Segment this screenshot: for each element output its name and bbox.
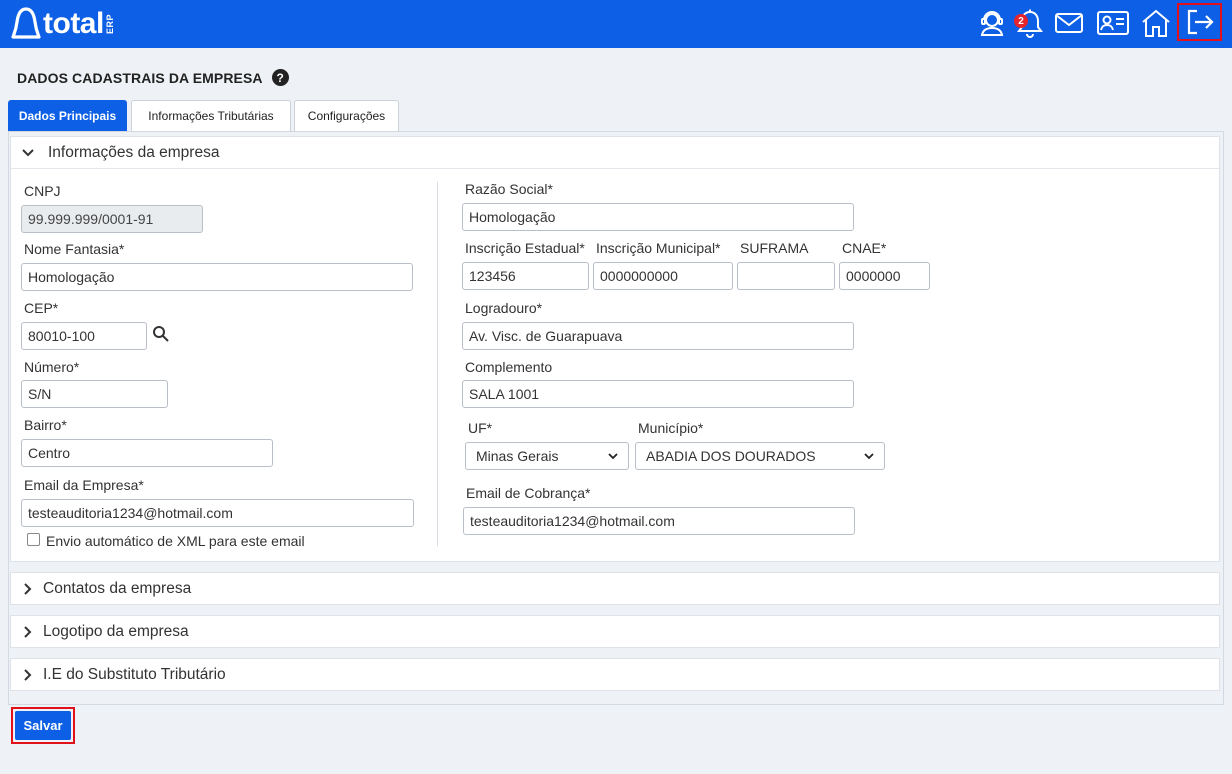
help-icon[interactable]: ? bbox=[271, 69, 289, 86]
support-agent-icon[interactable] bbox=[974, 6, 1010, 40]
column-divider bbox=[437, 182, 438, 546]
razao-social-label: Razão Social* bbox=[465, 181, 553, 197]
chevron-right-icon bbox=[21, 582, 35, 596]
chevron-down-icon bbox=[864, 452, 874, 459]
cep-label: CEP* bbox=[24, 300, 59, 316]
inscricao-municipal-label: Inscrição Municipal* bbox=[596, 240, 721, 256]
uf-label: UF* bbox=[468, 420, 493, 436]
municipio-label: Município* bbox=[638, 420, 704, 436]
chevron-down-icon bbox=[608, 452, 618, 459]
nome-fantasia-label: Nome Fantasia* bbox=[24, 241, 125, 257]
section-ie-st-title: I.E do Substituto Tributário bbox=[43, 666, 226, 683]
envio-xml-checkbox[interactable] bbox=[27, 533, 40, 546]
cnpj-field: 99.999.999/0001-91 bbox=[21, 205, 203, 233]
suframa-label: SUFRAMA bbox=[740, 240, 809, 256]
logo-mark-icon bbox=[11, 7, 41, 39]
tab-informacoes-tributarias[interactable]: Informações Tributárias bbox=[131, 100, 291, 131]
cnae-field[interactable]: 0000000 bbox=[839, 262, 930, 290]
tab-dados-principais[interactable]: Dados Principais bbox=[8, 100, 127, 131]
cep-field[interactable]: 80010-100 bbox=[21, 322, 147, 350]
uf-select-value: Minas Gerais bbox=[476, 448, 559, 464]
logo-erp: ERP bbox=[104, 13, 115, 34]
chevron-down-icon bbox=[21, 146, 35, 160]
suframa-field[interactable] bbox=[737, 262, 835, 290]
section-company-info-header[interactable]: Informações da empresa bbox=[11, 137, 1219, 169]
notification-badge: 2 bbox=[1014, 14, 1028, 28]
search-icon[interactable] bbox=[152, 325, 170, 343]
razao-social-field[interactable]: Homologação bbox=[462, 203, 854, 231]
home-icon[interactable] bbox=[1138, 6, 1174, 40]
top-bar: total ERP 2 bbox=[0, 0, 1232, 48]
section-logo[interactable]: Logotipo da empresa bbox=[10, 615, 1220, 648]
email-cobranca-label: Email de Cobrança* bbox=[466, 485, 591, 501]
email-empresa-label: Email da Empresa* bbox=[24, 477, 144, 493]
numero-field[interactable]: S/N bbox=[21, 380, 168, 408]
bairro-label: Bairro* bbox=[24, 417, 67, 433]
logo-text: total bbox=[43, 7, 104, 40]
cnpj-label: CNPJ bbox=[24, 183, 61, 199]
email-cobranca-field[interactable]: testeauditoria1234@hotmail.com bbox=[463, 507, 855, 535]
inscricao-estadual-label: Inscrição Estadual* bbox=[465, 240, 585, 256]
mail-icon[interactable] bbox=[1051, 6, 1087, 40]
logout-button[interactable] bbox=[1177, 3, 1222, 41]
section-company-info-title: Informações da empresa bbox=[48, 143, 220, 161]
logo[interactable]: total ERP bbox=[11, 6, 115, 42]
bairro-field[interactable]: Centro bbox=[21, 439, 273, 467]
section-contacts-title: Contatos da empresa bbox=[43, 580, 192, 597]
tab-configuracoes[interactable]: Configurações bbox=[294, 100, 399, 131]
save-button-highlight: Salvar bbox=[11, 707, 75, 744]
municipio-select[interactable]: ABADIA DOS DOURADOS bbox=[635, 442, 885, 470]
id-card-icon[interactable] bbox=[1095, 6, 1131, 40]
complemento-label: Complemento bbox=[465, 359, 553, 375]
chevron-right-icon bbox=[21, 668, 35, 682]
section-ie-st[interactable]: I.E do Substituto Tributário bbox=[10, 658, 1220, 691]
inscricao-municipal-field[interactable]: 0000000000 bbox=[593, 262, 733, 290]
page-title-text: DADOS CADASTRAIS DA EMPRESA bbox=[17, 69, 263, 86]
numero-label: Número* bbox=[24, 359, 80, 375]
section-logo-title: Logotipo da empresa bbox=[43, 623, 189, 640]
section-contacts[interactable]: Contatos da empresa bbox=[10, 572, 1220, 605]
logout-icon bbox=[1187, 9, 1214, 35]
inscricao-estadual-field[interactable]: 123456 bbox=[462, 262, 589, 290]
logradouro-field[interactable]: Av. Visc. de Guarapuava bbox=[462, 322, 854, 350]
envio-xml-label: Envio automático de XML para este email bbox=[46, 533, 305, 549]
nome-fantasia-field[interactable]: Homologação bbox=[21, 263, 413, 291]
complemento-field[interactable]: SALA 1001 bbox=[462, 380, 854, 408]
cnae-label: CNAE* bbox=[842, 240, 887, 256]
email-empresa-field[interactable]: testeauditoria1234@hotmail.com bbox=[21, 499, 414, 527]
save-button[interactable]: Salvar bbox=[15, 711, 71, 740]
logradouro-label: Logradouro* bbox=[465, 300, 543, 316]
uf-select[interactable]: Minas Gerais bbox=[465, 442, 629, 470]
municipio-select-value: ABADIA DOS DOURADOS bbox=[646, 448, 816, 464]
page-title: DADOS CADASTRAIS DA EMPRESA ? bbox=[17, 69, 289, 86]
chevron-right-icon bbox=[21, 625, 35, 639]
